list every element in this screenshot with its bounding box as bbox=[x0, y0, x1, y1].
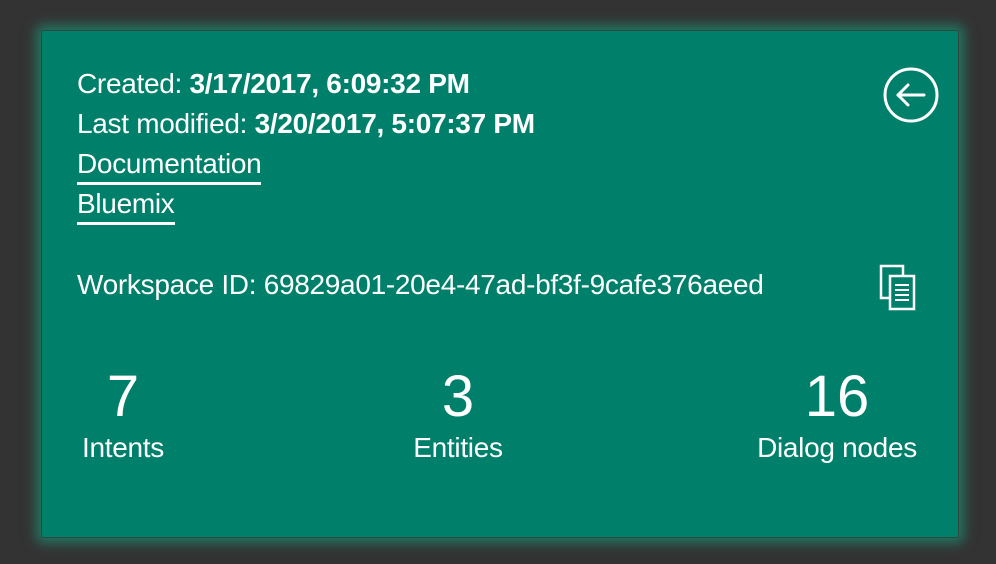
workspace-details-card: Created: 3/17/2017, 6:09:32 PM Last modi… bbox=[41, 30, 959, 538]
workspace-id-line: Workspace ID: 69829a01-20e4-47ad-bf3f-9c… bbox=[77, 268, 764, 302]
documentation-link[interactable]: Documentation bbox=[77, 147, 262, 185]
last-modified-value: 3/20/2017, 5:07:37 PM bbox=[254, 108, 535, 139]
created-line: Created: 3/17/2017, 6:09:32 PM bbox=[77, 67, 470, 101]
intents-stat: 7 Intents bbox=[77, 363, 169, 465]
intents-count: 7 bbox=[106, 364, 140, 429]
entities-stat: 3 Entities bbox=[407, 363, 509, 465]
back-button[interactable] bbox=[882, 66, 940, 124]
workspace-id-label: Workspace ID: bbox=[77, 269, 257, 300]
created-value: 3/17/2017, 6:09:32 PM bbox=[189, 68, 470, 99]
copy-workspace-id-button[interactable] bbox=[878, 264, 918, 312]
created-label: Created: bbox=[77, 68, 182, 99]
entities-label: Entities bbox=[413, 432, 503, 463]
last-modified-line: Last modified: 3/20/2017, 5:07:37 PM bbox=[77, 107, 535, 141]
copy-icon bbox=[879, 264, 916, 311]
dialog-nodes-label: Dialog nodes bbox=[757, 432, 917, 463]
bluemix-link[interactable]: Bluemix bbox=[77, 187, 175, 225]
dialog-nodes-count: 16 bbox=[804, 364, 870, 429]
arrow-left-circle-icon bbox=[883, 67, 939, 123]
dialog-nodes-stat: 16 Dialog nodes bbox=[745, 363, 929, 465]
last-modified-label: Last modified: bbox=[77, 108, 248, 139]
intents-label: Intents bbox=[82, 432, 164, 463]
workspace-id-value: 69829a01-20e4-47ad-bf3f-9cafe376aeed bbox=[263, 269, 764, 300]
entities-count: 3 bbox=[441, 364, 475, 429]
